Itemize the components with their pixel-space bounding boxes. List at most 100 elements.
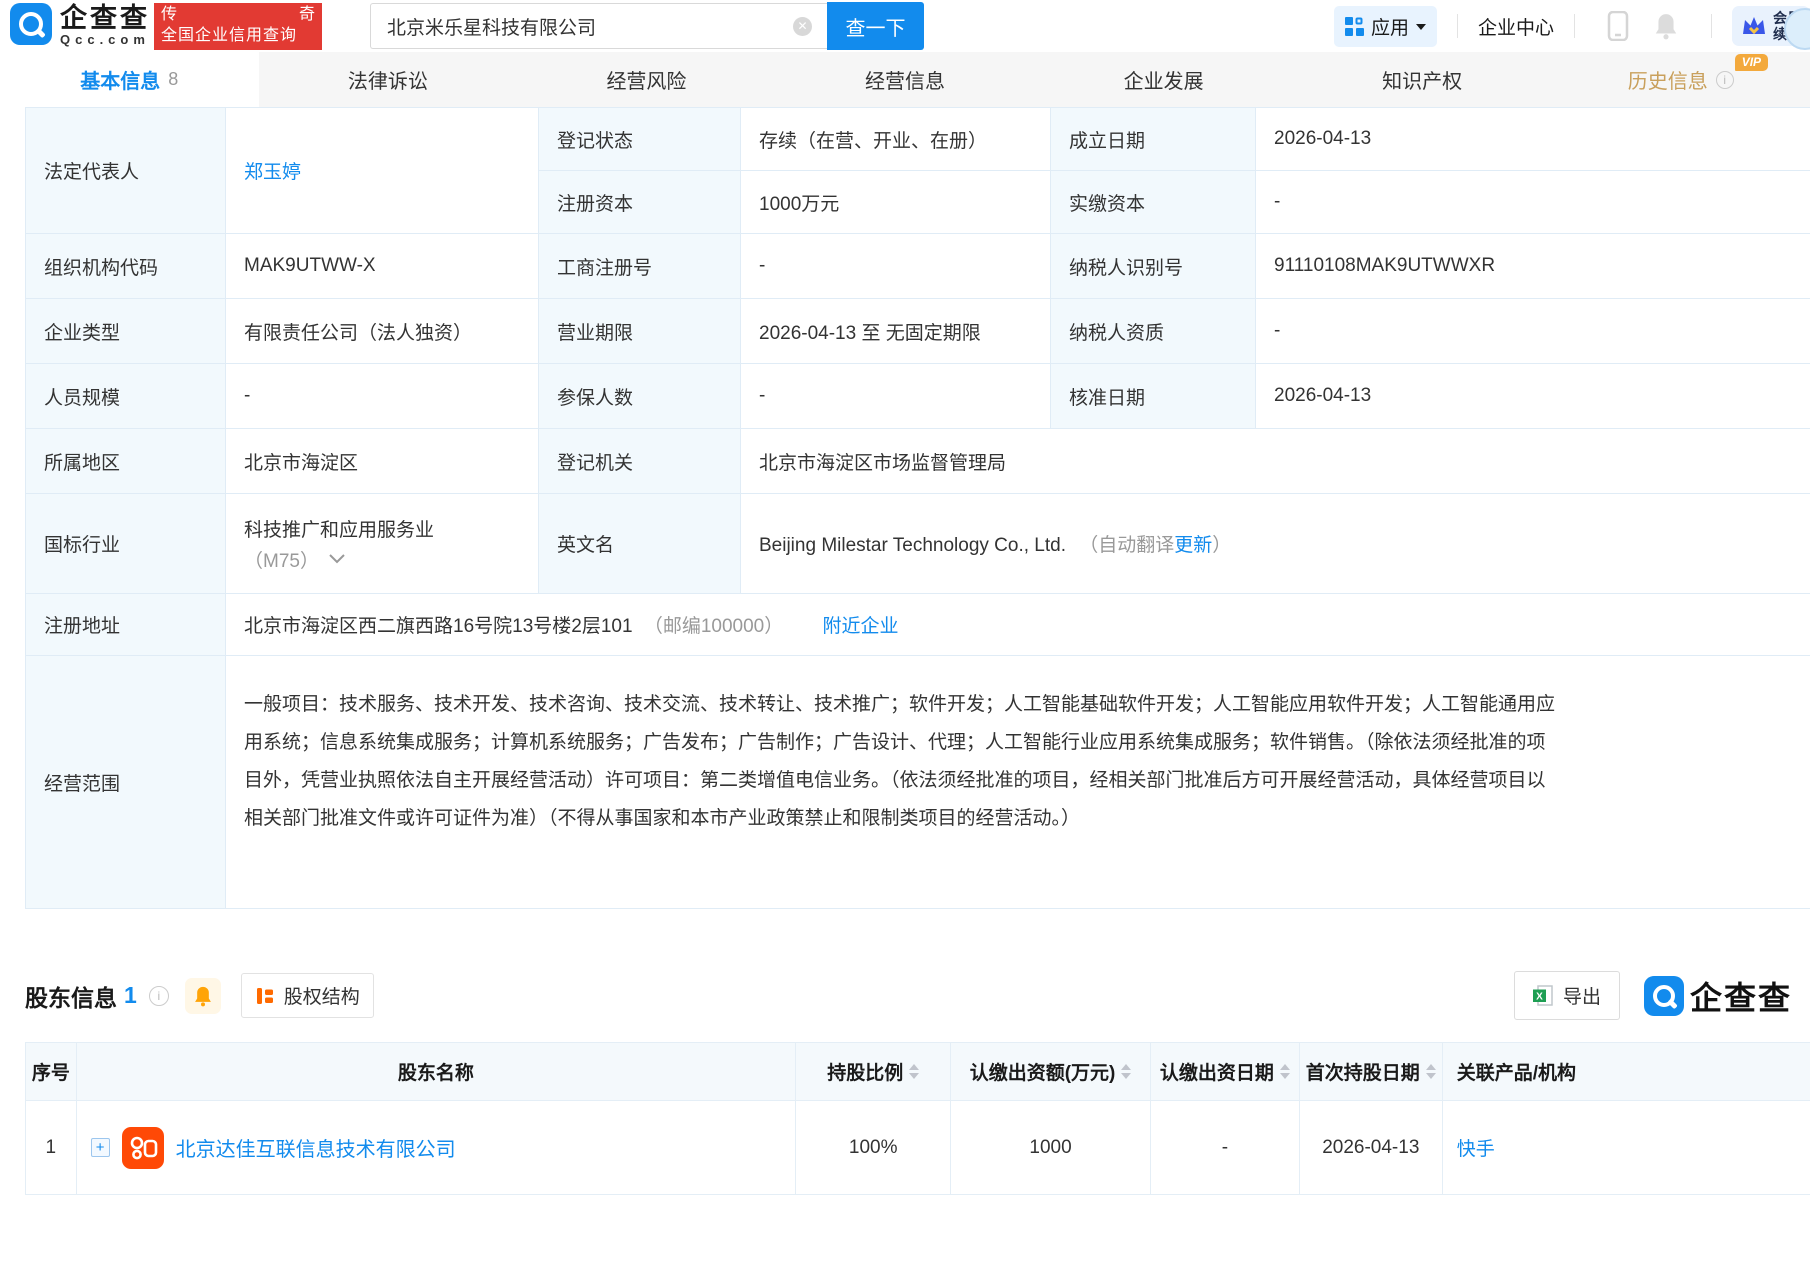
expand-plus-icon[interactable]: + bbox=[91, 1138, 110, 1157]
field-value-staff-size: - bbox=[226, 364, 539, 429]
basic-info-table: 法定代表人 郑玉婷 登记状态 存续（在营、开业、在册） 成立日期 2026-04… bbox=[25, 107, 1810, 909]
field-label-org-code: 组织机构代码 bbox=[26, 234, 226, 299]
chevron-down-icon bbox=[329, 548, 345, 570]
nearby-companies-link[interactable]: 附近企业 bbox=[823, 616, 899, 637]
col-header-name: 股东名称 bbox=[76, 1043, 796, 1101]
sort-icon[interactable] bbox=[909, 1064, 919, 1079]
svg-text:X: X bbox=[1536, 992, 1543, 1003]
tab-operation-risk[interactable]: 经营风险 bbox=[517, 52, 776, 107]
business-scope-text: 一般项目：技术服务、技术开发、技术咨询、技术交流、技术转让、技术推广；软件开发；… bbox=[244, 656, 1564, 908]
tab-history-info-label: 历史信息 bbox=[1628, 65, 1708, 94]
field-label-reg-authority: 登记机关 bbox=[539, 429, 741, 494]
shareholder-ratio: 100% bbox=[796, 1101, 951, 1195]
sort-icon[interactable] bbox=[1280, 1064, 1290, 1079]
field-value-org-code: MAK9UTWW-X bbox=[226, 234, 539, 299]
nav-apps-label: 应用 bbox=[1371, 13, 1409, 40]
slogan-badge: 传 奇 全国企业信用查询 bbox=[154, 3, 322, 50]
field-label-taxpayer-qual: 纳税人资质 bbox=[1051, 299, 1256, 364]
slogan-char-right: 奇 bbox=[299, 5, 315, 25]
legal-rep-link[interactable]: 郑玉婷 bbox=[244, 162, 301, 183]
tab-basic-info-count: 8 bbox=[168, 69, 178, 90]
export-button[interactable]: X 导出 bbox=[1514, 971, 1620, 1020]
address-text: 北京市海淀区西二旗西路16号院13号楼2层101 bbox=[244, 616, 633, 637]
search-bar: ✕ 查一下 bbox=[370, 2, 924, 50]
phone-icon bbox=[1607, 11, 1629, 41]
alert-bell-icon bbox=[193, 985, 213, 1007]
tab-development[interactable]: 企业发展 bbox=[1034, 52, 1293, 107]
crown-icon bbox=[1741, 14, 1767, 38]
shareholder-row: 1 + 北京达佳互联信息技术有限公司 100% 1000 - bbox=[26, 1101, 1810, 1195]
clear-search-icon[interactable]: ✕ bbox=[793, 17, 812, 36]
tab-operation-info-label: 经营信息 bbox=[865, 65, 945, 94]
col-header-first-date[interactable]: 首次持股日期 bbox=[1299, 1043, 1442, 1101]
tab-operation-info[interactable]: 经营信息 bbox=[776, 52, 1035, 107]
field-value-approval-date: 2026-04-13 bbox=[1256, 364, 1810, 429]
field-label-industry: 国标行业 bbox=[26, 494, 226, 594]
notifications-button[interactable] bbox=[1653, 12, 1679, 40]
qcc-watermark-icon bbox=[1644, 976, 1684, 1016]
field-value-reg-authority: 北京市海淀区市场监督管理局 bbox=[741, 429, 1810, 494]
shareholder-name-link[interactable]: 北京达佳互联信息技术有限公司 bbox=[176, 1133, 456, 1162]
equity-structure-button[interactable]: 股权结构 bbox=[241, 973, 374, 1018]
col-header-ratio[interactable]: 持股比例 bbox=[796, 1043, 951, 1101]
nav-enterprise-center[interactable]: 企业中心 bbox=[1478, 13, 1554, 40]
tab-history-info[interactable]: 历史信息 VIP i bbox=[1551, 52, 1810, 107]
equity-structure-label: 股权结构 bbox=[284, 982, 360, 1009]
related-product-link[interactable]: 快手 bbox=[1457, 1139, 1495, 1160]
qcc-logo[interactable]: 企查查 Qcc.com 传 奇 全国企业信用查询 bbox=[10, 3, 322, 50]
col-header-amount[interactable]: 认缴出资额(万元) bbox=[951, 1043, 1151, 1101]
field-label-staff-size: 人员规模 bbox=[26, 364, 226, 429]
field-value-taxpayer-id: 91110108MAK9UTWWXR bbox=[1256, 234, 1810, 299]
excel-icon: X bbox=[1533, 985, 1554, 1006]
shareholders-table: 序号 股东名称 持股比例 认缴出资额(万元) 认缴出资日期 bbox=[25, 1042, 1810, 1195]
field-value-scope: 一般项目：技术服务、技术开发、技术咨询、技术交流、技术转让、技术推广；软件开发；… bbox=[226, 656, 1810, 909]
apps-grid-icon bbox=[1345, 17, 1364, 36]
tab-legal-label: 法律诉讼 bbox=[348, 65, 428, 94]
field-label-legal-rep: 法定代表人 bbox=[26, 108, 226, 234]
col-header-pay-date[interactable]: 认缴出资日期 bbox=[1150, 1043, 1299, 1101]
shareholders-title: 股东信息 bbox=[25, 979, 117, 1013]
shareholder-name-cell: + 北京达佳互联信息技术有限公司 bbox=[76, 1101, 796, 1195]
chevron-down-icon bbox=[1416, 24, 1426, 30]
shareholder-no: 1 bbox=[26, 1101, 77, 1195]
col-header-ratio-label: 持股比例 bbox=[827, 1058, 903, 1085]
top-bar: 企查查 Qcc.com 传 奇 全国企业信用查询 ✕ 查一下 应用 bbox=[0, 0, 1810, 52]
monitor-bell-button[interactable] bbox=[185, 978, 221, 1014]
slogan-char-left: 传 bbox=[161, 5, 177, 25]
sort-icon[interactable] bbox=[1426, 1064, 1436, 1079]
field-label-en-name: 英文名 bbox=[539, 494, 741, 594]
col-header-product: 关联产品/机构 bbox=[1442, 1043, 1810, 1101]
search-button[interactable]: 查一下 bbox=[827, 2, 924, 50]
tab-intellectual-property[interactable]: 知识产权 bbox=[1293, 52, 1552, 107]
field-value-address: 北京市海淀区西二旗西路16号院13号楼2层101 （邮编100000） 附近企业 bbox=[226, 594, 1810, 656]
qcc-watermark-text: 企查查 bbox=[1690, 973, 1792, 1019]
en-name-note: （自动翻译 bbox=[1079, 535, 1174, 556]
tab-development-label: 企业发展 bbox=[1124, 65, 1204, 94]
tab-basic-info[interactable]: 基本信息 8 bbox=[0, 52, 259, 107]
nav-apps[interactable]: 应用 bbox=[1334, 6, 1437, 47]
shareholder-first-date: 2026-04-13 bbox=[1299, 1101, 1442, 1195]
col-header-no: 序号 bbox=[26, 1043, 77, 1101]
search-input[interactable] bbox=[370, 3, 827, 49]
tab-legal[interactable]: 法律诉讼 bbox=[259, 52, 518, 107]
industry-code-row[interactable]: （M75） bbox=[244, 546, 526, 573]
address-zip: （邮编100000） bbox=[644, 616, 783, 637]
info-icon: i bbox=[149, 986, 169, 1006]
field-label-scope: 经营范围 bbox=[26, 656, 226, 909]
brand-name: 企查查 bbox=[60, 3, 150, 33]
en-name-update-link[interactable]: 更新 bbox=[1174, 535, 1212, 556]
brand-domain: Qcc.com bbox=[60, 33, 150, 47]
col-header-first-date-label: 首次持股日期 bbox=[1306, 1058, 1420, 1085]
shareholder-product-cell: 快手 bbox=[1442, 1101, 1810, 1195]
nav-divider bbox=[1457, 14, 1458, 38]
field-value-en-name: Beijing Milestar Technology Co., Ltd. （自… bbox=[741, 494, 1810, 594]
field-label-approval-date: 核准日期 bbox=[1051, 364, 1256, 429]
slogan-line2: 全国企业信用查询 bbox=[161, 25, 315, 46]
shareholders-count: 1 bbox=[124, 982, 137, 1009]
mobile-app-button[interactable] bbox=[1607, 11, 1629, 41]
field-label-company-type: 企业类型 bbox=[26, 299, 226, 364]
export-label: 导出 bbox=[1563, 982, 1601, 1009]
bell-icon bbox=[1653, 12, 1679, 40]
field-label-biz-term: 营业期限 bbox=[539, 299, 741, 364]
sort-icon[interactable] bbox=[1121, 1064, 1131, 1079]
